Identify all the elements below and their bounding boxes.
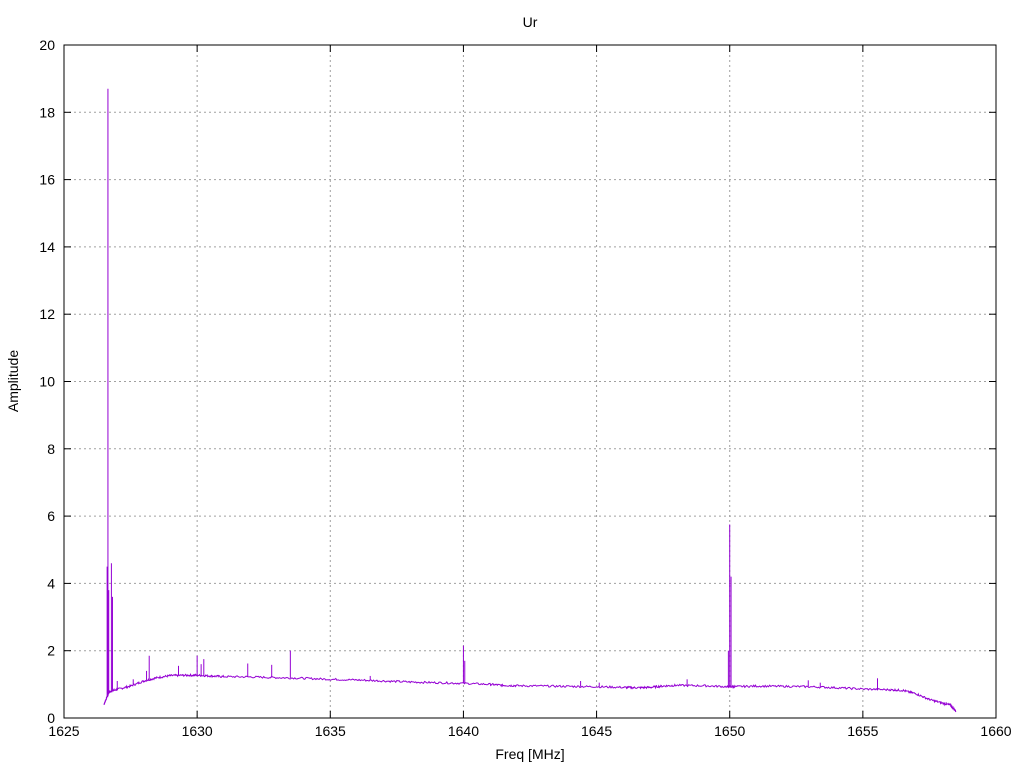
chart-title: Ur	[523, 14, 538, 30]
y-tick-label: 12	[39, 306, 55, 322]
y-tick-label: 4	[47, 575, 55, 591]
x-tick-label: 1630	[182, 723, 213, 739]
x-tick-label: 1650	[714, 723, 745, 739]
x-axis-label: Freq [MHz]	[495, 746, 564, 762]
x-tick-label: 1645	[581, 723, 612, 739]
y-tick-label: 16	[39, 172, 55, 188]
y-tick-label: 8	[47, 441, 55, 457]
label-layer: 1625 1630 1635 1640 1645 1650 1655 166002468101…	[39, 37, 1011, 739]
grid-layer	[64, 45, 996, 718]
y-tick-label: 20	[39, 37, 55, 53]
x-tick-label: 1640	[448, 723, 479, 739]
series-line	[103, 673, 957, 713]
y-axis-label: Amplitude	[5, 350, 21, 412]
y-tick-label: 18	[39, 104, 55, 120]
chart: 1625 1630 1635 1640 1645 1650 1655 166002468101…	[5, 14, 1012, 762]
x-tick-label: 1660	[980, 723, 1011, 739]
y-tick-label: 10	[39, 374, 55, 390]
y-tick-label: 6	[47, 508, 55, 524]
y-tick-label: 14	[39, 239, 55, 255]
y-tick-label: 0	[47, 710, 55, 726]
x-tick-label: 1635	[315, 723, 346, 739]
x-tick-label: 1655	[847, 723, 878, 739]
y-tick-label: 2	[47, 643, 55, 659]
series-layer	[103, 88, 957, 713]
